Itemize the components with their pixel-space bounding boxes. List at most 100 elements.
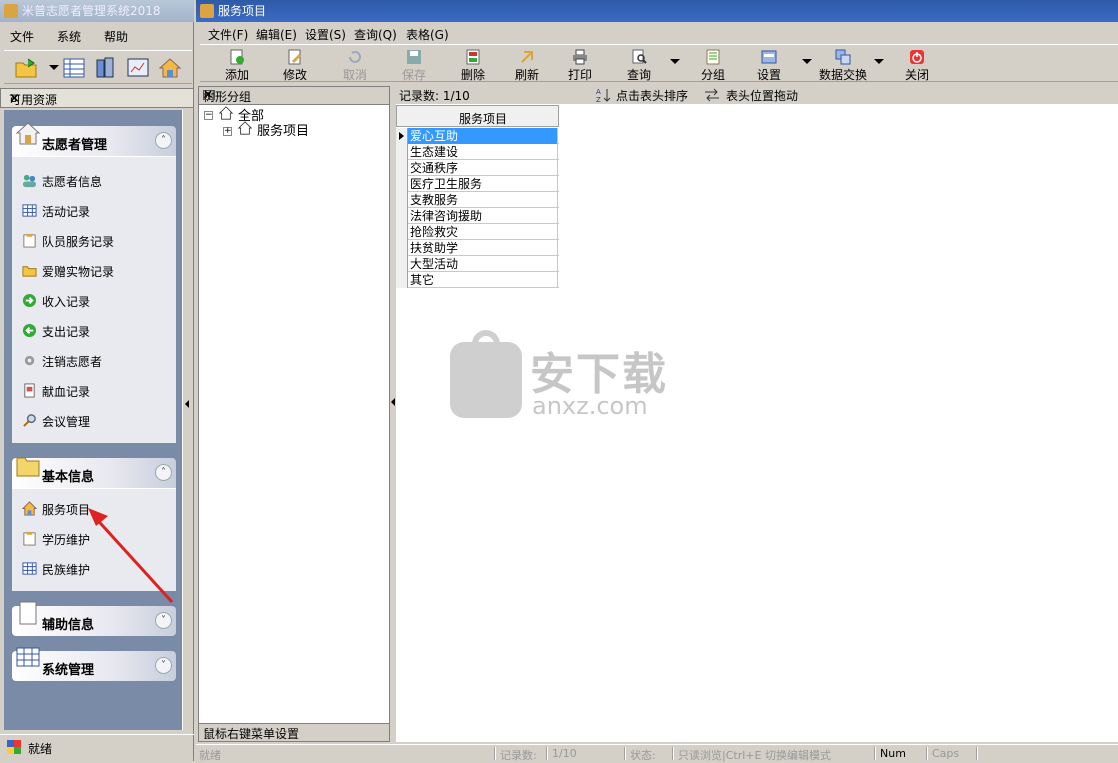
nav-splitter[interactable]: [182, 110, 192, 730]
nav-group-header[interactable]: 系统管理 ˅: [12, 647, 176, 681]
main-window-title: 米普志愿者管理系统2018: [22, 4, 161, 18]
drag-hint[interactable]: 表头位置拖动: [726, 87, 798, 104]
home-icon[interactable]: [158, 56, 182, 80]
refresh-button[interactable]: 刷新: [512, 47, 542, 82]
table-row[interactable]: 法律咨询援助: [396, 208, 559, 224]
nav-item-expense-records[interactable]: 支出记录: [12, 315, 176, 345]
nav-item-deregister-volunteer[interactable]: 注销志愿者: [12, 345, 176, 375]
row-indicator[interactable]: [396, 144, 408, 160]
table-cell[interactable]: 扶贫助学: [408, 240, 558, 256]
table-cell[interactable]: 其它: [408, 272, 558, 288]
menu-settings[interactable]: 设置(S): [305, 26, 346, 43]
table-row[interactable]: 爱心互助: [396, 128, 559, 144]
expand-icon[interactable]: ˅: [155, 657, 172, 674]
nav-item-income-records[interactable]: 收入记录: [12, 285, 176, 315]
nav-group-header[interactable]: 基本信息 ˄: [12, 457, 176, 488]
report-icon[interactable]: [126, 56, 150, 80]
group-button[interactable]: 分组: [698, 47, 728, 82]
table-row[interactable]: 生态建设: [396, 144, 559, 160]
table-cell[interactable]: 支教服务: [408, 192, 558, 208]
row-indicator[interactable]: [396, 176, 408, 192]
nav-item-meeting-management[interactable]: 会议管理: [12, 405, 176, 435]
table-cell[interactable]: 大型活动: [408, 256, 558, 272]
row-indicator[interactable]: [396, 192, 408, 208]
status-num: Num: [880, 747, 906, 760]
data-exchange-button[interactable]: 数据交换: [818, 47, 868, 82]
chevron-down-icon[interactable]: [49, 65, 59, 70]
expand-icon[interactable]: ˅: [155, 612, 172, 629]
refresh-icon: [521, 51, 533, 63]
table-row[interactable]: 支教服务: [396, 192, 559, 208]
menu-table[interactable]: 表格(G): [406, 26, 449, 43]
row-indicator[interactable]: [396, 272, 408, 288]
table-cell[interactable]: 爱心互助: [408, 128, 558, 144]
save-button[interactable]: 保存: [399, 47, 429, 82]
menu-query[interactable]: 查询(Q): [354, 26, 397, 43]
data-exchange-dropdown-icon[interactable]: [874, 59, 884, 64]
query-dropdown-icon[interactable]: [670, 59, 680, 64]
menu-system[interactable]: 系统: [57, 28, 81, 45]
table-cell[interactable]: 法律咨询援助: [408, 208, 558, 224]
collapse-node-icon[interactable]: −: [204, 111, 213, 120]
tree-panel-footer[interactable]: 鼠标右键菜单设置: [198, 723, 390, 742]
add-button[interactable]: 添加: [222, 47, 252, 82]
add-doc-icon: [230, 49, 244, 65]
table-row[interactable]: 医疗卫生服务: [396, 176, 559, 192]
chevron-left-icon[interactable]: [391, 398, 395, 406]
edit-button[interactable]: 修改: [280, 47, 310, 82]
list-view-icon[interactable]: [62, 56, 86, 80]
nav-item-donation-records[interactable]: 爱赠实物记录: [12, 255, 176, 285]
expand-node-icon[interactable]: +: [223, 127, 232, 136]
row-indicator[interactable]: [396, 224, 408, 240]
table-row[interactable]: 其它: [396, 272, 559, 288]
row-indicator[interactable]: [396, 128, 408, 144]
menu-file[interactable]: 文件: [10, 28, 34, 45]
table-cell[interactable]: 医疗卫生服务: [408, 176, 558, 192]
row-indicator[interactable]: [396, 160, 408, 176]
nav-group-header[interactable]: 辅助信息 ˅: [12, 601, 176, 636]
table-cell[interactable]: 抢险救灾: [408, 224, 558, 240]
table-row[interactable]: 交通秩序: [396, 160, 559, 176]
grid-column-header[interactable]: 服务项目: [396, 105, 559, 127]
nav-group-label: 基本信息: [42, 470, 95, 485]
row-indicator[interactable]: [396, 240, 408, 256]
collapse-icon[interactable]: ˄: [155, 132, 172, 149]
query-button[interactable]: 查询: [624, 47, 654, 82]
sort-hint[interactable]: 点击表头排序: [616, 87, 688, 104]
table-row[interactable]: 大型活动: [396, 256, 559, 272]
navigation-pane: 志愿者管理 ˄ 志愿者信息 活动记录 队员服务记录 爱赠实物记录 收入记录 支出…: [4, 110, 182, 730]
table-cell[interactable]: 交通秩序: [408, 160, 558, 176]
close-button[interactable]: 关闭: [902, 47, 932, 82]
undo-icon: [349, 51, 361, 63]
delete-button[interactable]: 删除: [458, 47, 488, 82]
open-folder-icon[interactable]: [14, 56, 38, 80]
nav-item-blood-donation[interactable]: 献血记录: [12, 375, 176, 405]
child-window-title-bar[interactable]: 服务项目: [196, 0, 1118, 22]
chevron-left-icon[interactable]: [185, 400, 189, 408]
print-button[interactable]: 打印: [565, 47, 595, 82]
settings-button[interactable]: 设置: [754, 47, 784, 82]
tree-node-service-items[interactable]: 服务项目: [257, 120, 309, 139]
nav-item-activity-records[interactable]: 活动记录: [12, 195, 176, 225]
collapse-icon[interactable]: ˄: [155, 464, 172, 481]
status-separator: [494, 747, 496, 760]
close-icon[interactable]: ×: [203, 87, 384, 101]
nav-group-header[interactable]: 志愿者管理 ˄: [12, 122, 176, 156]
table-cell[interactable]: 生态建设: [408, 144, 558, 160]
menu-edit[interactable]: 编辑(E): [256, 26, 297, 43]
power-icon: [910, 50, 924, 64]
books-icon[interactable]: [94, 56, 118, 80]
nav-item-volunteer-info[interactable]: 志愿者信息: [12, 165, 176, 195]
settings-dropdown-icon[interactable]: [802, 59, 812, 64]
row-indicator[interactable]: [396, 208, 408, 224]
menu-help[interactable]: 帮助: [104, 28, 128, 45]
main-window-title-bar[interactable]: 米普志愿者管理系统2018: [0, 0, 194, 22]
cancel-button[interactable]: 取消: [340, 47, 370, 82]
row-indicator[interactable]: [396, 256, 408, 272]
table-row[interactable]: 扶贫助学: [396, 240, 559, 256]
table-row[interactable]: 抢险救灾: [396, 224, 559, 240]
nav-item-member-service-records[interactable]: 队员服务记录: [12, 225, 176, 255]
close-icon[interactable]: ×: [9, 91, 187, 106]
menu-file[interactable]: 文件(F): [208, 26, 248, 43]
status-caps: Caps: [932, 747, 960, 760]
